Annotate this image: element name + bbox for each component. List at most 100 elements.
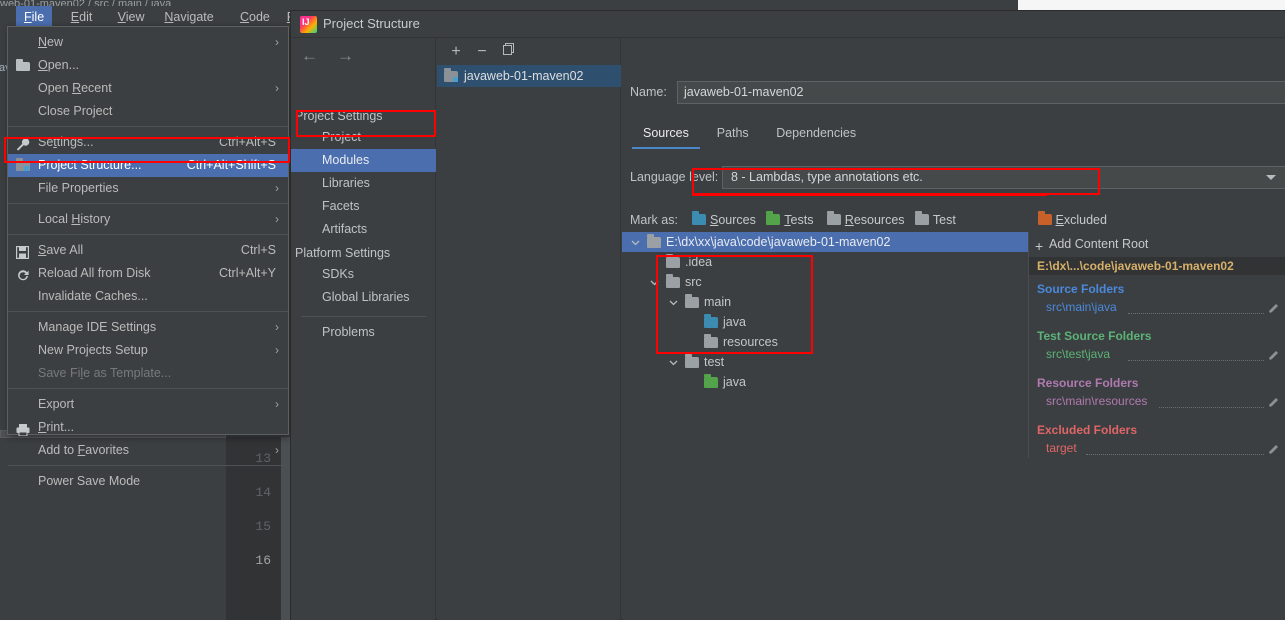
tree-node-label: .idea — [685, 255, 713, 269]
menu-separator — [8, 234, 288, 235]
tree-node[interactable]: java — [622, 372, 1028, 392]
chevron-down-icon[interactable] — [649, 272, 660, 292]
menubar-item-file[interactable]: File — [16, 6, 53, 28]
menu-item-shortcut: Ctrl+Alt+S — [219, 135, 276, 149]
chevron-down-icon[interactable] — [630, 232, 641, 252]
menu-item-export[interactable]: Export › — [8, 393, 288, 416]
menubar-item-navigate[interactable]: Navigate — [156, 6, 221, 28]
sidebar-item-modules[interactable]: Modules — [291, 149, 436, 172]
tree-node[interactable]: .idea — [622, 252, 1028, 272]
menu-item-print[interactable]: Print... — [8, 416, 288, 439]
menu-item-label: Reload All from Disk — [38, 266, 151, 280]
sidebar-item-libraries[interactable]: Libraries — [291, 172, 436, 195]
tree-node[interactable]: src — [622, 272, 1028, 292]
edit-pencil-icon[interactable] — [1269, 350, 1279, 360]
menu-item-project-structure[interactable]: Project Structure... Ctrl+Alt+Shift+S — [8, 154, 288, 177]
modules-panel: + − javaweb-01-maven02 — [437, 38, 621, 620]
folder-icon — [704, 334, 718, 348]
chevron-right-icon: › — [275, 343, 279, 357]
menu-item-settings[interactable]: Settings... Ctrl+Alt+S — [8, 131, 288, 154]
sidebar-item-artifacts[interactable]: Artifacts — [291, 218, 436, 241]
tree-node[interactable]: java — [622, 312, 1028, 332]
dialog-title: Project Structure — [323, 16, 420, 31]
module-name-input[interactable]: javaweb-01-maven02 — [677, 81, 1285, 104]
remove-module-button[interactable]: − — [471, 41, 493, 62]
sidebar-nav: ← → — [301, 46, 421, 70]
folder-icon — [826, 211, 841, 225]
menu-separator — [8, 203, 288, 204]
tree-node[interactable]: E:\dx\xx\java\code\javaweb-01-maven02 — [622, 232, 1028, 252]
sidebar-item-project[interactable]: Project — [291, 126, 436, 149]
menubar-item-edit[interactable]: Edit — [63, 6, 101, 28]
tab-dependencies[interactable]: Dependencies — [765, 121, 867, 149]
modules-toolbar: + − — [437, 38, 621, 65]
folder-path-value[interactable]: src\main\resources — [1046, 394, 1147, 408]
copy-module-button[interactable] — [497, 41, 519, 62]
file-menu-popup[interactable]: New › Open... Open Recent › Close Project Sett… — [7, 26, 289, 488]
menu-item-reload-all-from-disk[interactable]: Reload All from Disk Ctrl+Alt+Y — [8, 262, 288, 285]
sidebar-item-sdks[interactable]: SDKs — [291, 263, 436, 286]
menubar-item-code[interactable]: Code — [232, 6, 278, 28]
edit-pencil-icon[interactable] — [1269, 444, 1279, 454]
menubar-item-view[interactable]: View — [110, 6, 153, 28]
sidebar-item-problems[interactable]: Problems — [291, 321, 436, 344]
intellij-logo-icon — [300, 16, 317, 33]
tree-node[interactable]: resources — [622, 332, 1028, 352]
menu-item-invalidate-caches[interactable]: Invalidate Caches... — [8, 285, 288, 308]
menu-item-power-save-mode[interactable]: Power Save Mode — [8, 470, 288, 493]
folder-path-value[interactable]: src\test\java — [1046, 347, 1110, 361]
tree-node[interactable]: test — [622, 352, 1028, 372]
menu-item-add-to-favorites[interactable]: Add to Favorites › — [8, 439, 288, 462]
menu-item-label: Project Structure... — [38, 158, 142, 172]
mark-as-excluded-button[interactable]: Excluded — [1037, 210, 1107, 230]
gutter-line-number: 16 — [255, 553, 271, 568]
save-icon — [15, 244, 31, 260]
language-level-select[interactable]: 8 - Lambdas, type annotations etc. — [722, 166, 1285, 189]
add-content-root-button[interactable]: + Add Content Root — [1035, 237, 1148, 254]
folder-icon — [914, 211, 929, 225]
nav-forward-icon[interactable]: → — [337, 46, 354, 66]
mark-as-test-resources-button[interactable]: Test Resources — [914, 210, 993, 247]
menu-item-new[interactable]: New › — [8, 31, 288, 54]
folder-icon — [1037, 211, 1052, 225]
sidebar-item-facets[interactable]: Facets — [291, 195, 436, 218]
chevron-down-icon[interactable] — [668, 292, 679, 312]
menu-item-open-recent[interactable]: Open Recent › — [8, 77, 288, 100]
add-module-button[interactable]: + — [445, 41, 467, 62]
menu-item-label: Print... — [38, 420, 75, 434]
mark-as-tests-button[interactable]: Tests — [766, 210, 813, 230]
menu-item-file-properties[interactable]: File Properties › — [8, 177, 288, 200]
tab-paths[interactable]: Paths — [706, 121, 760, 149]
menu-item-save-all[interactable]: Save All Ctrl+S — [8, 239, 288, 262]
folder-path-value[interactable]: src\main\java — [1046, 300, 1117, 314]
menu-item-open[interactable]: Open... — [8, 54, 288, 77]
menu-item-label: Add to Favorites — [38, 443, 130, 457]
sidebar-item-global-libraries[interactable]: Global Libraries — [291, 286, 436, 309]
menu-item-label: Invalidate Caches... — [38, 289, 148, 303]
folder-category-title: Excluded Folders — [1037, 423, 1138, 437]
menu-item-label: Power Save Mode — [38, 474, 141, 488]
menu-item-label: Settings... — [38, 135, 94, 149]
mark-as-label: Resources — [844, 213, 905, 227]
folder-path-value[interactable]: target — [1046, 441, 1077, 455]
tab-sources[interactable]: Sources — [632, 121, 700, 149]
menu-item-close-project[interactable]: Close Project — [8, 100, 288, 123]
copy-icon — [502, 43, 514, 55]
mark-as-label: Tests — [784, 213, 814, 227]
folder-icon — [666, 274, 680, 288]
mark-as-sources-button[interactable]: Sources — [692, 210, 756, 230]
menu-item-manage-ide-settings[interactable]: Manage IDE Settings › — [8, 316, 288, 339]
folder-icon — [704, 314, 718, 328]
edit-pencil-icon[interactable] — [1269, 303, 1279, 313]
menu-item-label: New — [38, 35, 64, 49]
edit-pencil-icon[interactable] — [1269, 397, 1279, 407]
tree-node[interactable]: main — [622, 292, 1028, 312]
menu-item-new-projects-setup[interactable]: New Projects Setup › — [8, 339, 288, 362]
mark-as-resources-button[interactable]: Resources — [826, 210, 905, 230]
module-list-item[interactable]: javaweb-01-maven02 — [437, 65, 621, 87]
nav-back-icon[interactable]: ← — [301, 46, 318, 66]
chevron-down-icon[interactable] — [668, 352, 679, 372]
content-root-panel: + Add Content Root E:\dx\...\code\javawe… — [1028, 232, 1285, 458]
dialog-title-bar: Project Structure — [291, 11, 1285, 38]
menu-item-local-history[interactable]: Local History › — [8, 208, 288, 231]
